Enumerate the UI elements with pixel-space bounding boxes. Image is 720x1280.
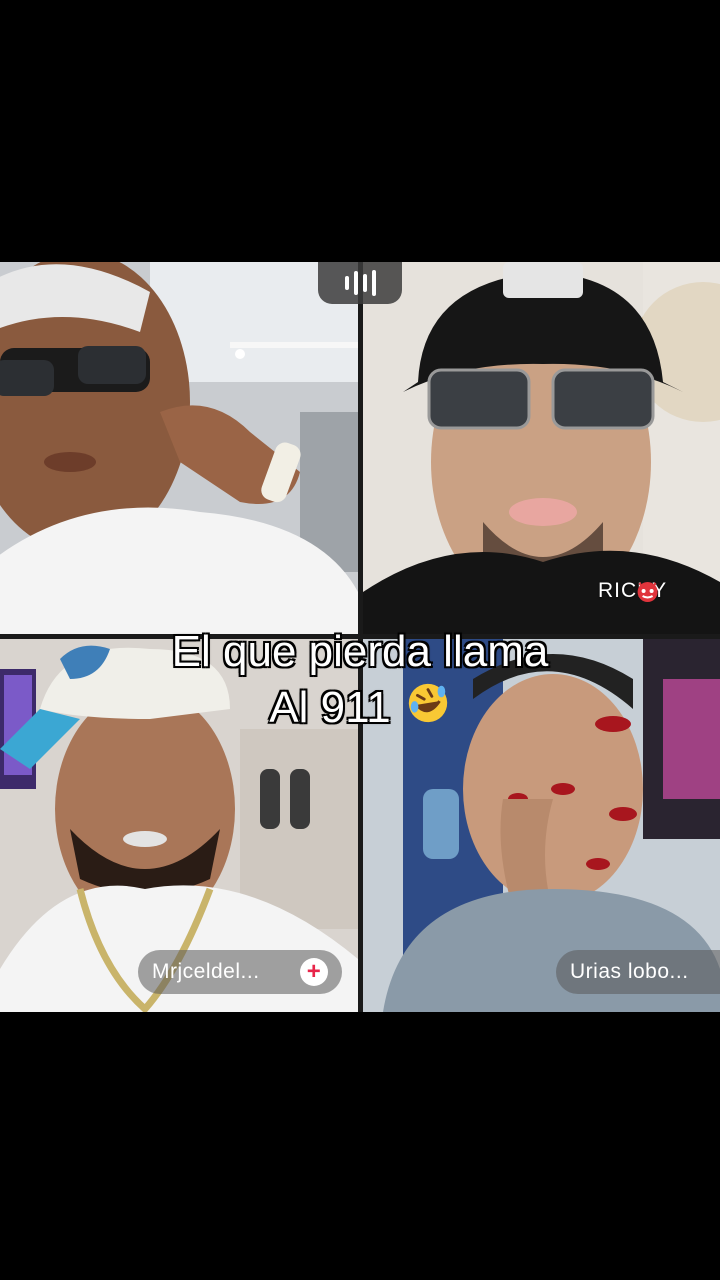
participant-name-chip-bottom-left[interactable]: Mrjceldel... +: [138, 950, 342, 994]
participant-video-top-left: [0, 262, 358, 634]
participant-tile-top-right[interactable]: RICKY: [363, 262, 720, 634]
participant-name-text: Mrjceldel...: [152, 960, 260, 983]
caption-line-2-text: Al 911: [269, 682, 392, 733]
participant-name-text: Urias lobo...: [570, 960, 689, 983]
participant-name-ricky: RICKY: [598, 578, 697, 604]
caption-line-1: El que pierda llama: [171, 626, 549, 677]
video-caption: El que pierda llama Al 911: [0, 624, 720, 740]
audio-level-icon: [318, 262, 402, 304]
rolling-laughing-emoji-icon: [405, 680, 451, 740]
participant-tile-top-left[interactable]: [0, 262, 358, 634]
video-screen: RICKY Mrjceldel... + Urias lobo... El qu…: [0, 0, 720, 1280]
devil-face-icon: [637, 578, 697, 604]
caption-line-2: Al 911: [0, 680, 720, 740]
add-follow-button[interactable]: +: [300, 958, 328, 986]
participant-name-chip-bottom-right[interactable]: Urias lobo...: [556, 950, 720, 994]
